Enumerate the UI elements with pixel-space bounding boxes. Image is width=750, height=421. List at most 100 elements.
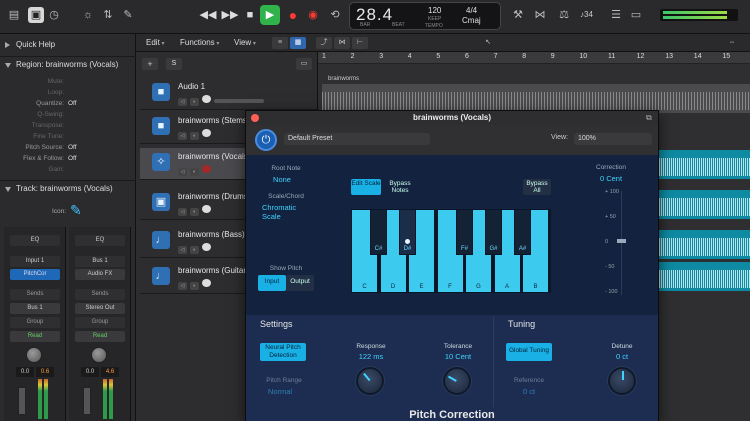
automation-mode[interactable]: Read — [75, 331, 125, 342]
eq-button[interactable]: EQ — [10, 235, 60, 246]
audio-region[interactable] — [659, 230, 750, 259]
mute-icon[interactable]: ◁ — [178, 246, 187, 254]
volume-fader[interactable] — [83, 387, 91, 415]
catch-icon[interactable]: ⊢ — [352, 37, 368, 49]
view-menu[interactable]: View — [230, 37, 260, 48]
detune-knob[interactable] — [608, 367, 636, 395]
mute-icon[interactable]: ◁ — [178, 132, 187, 140]
replace-record-icon[interactable]: ◉ — [303, 5, 323, 25]
black-key[interactable]: C# — [370, 209, 387, 255]
tuner-icon[interactable]: ⚒ — [510, 7, 526, 23]
record-enable-icon[interactable] — [202, 205, 211, 213]
preset-menu[interactable]: Default Preset — [284, 133, 430, 145]
output-pitch-button[interactable]: Output — [286, 275, 314, 291]
black-key[interactable]: F# — [456, 209, 473, 255]
automation-icon[interactable]: ⤴ — [316, 37, 332, 49]
rewind-icon[interactable]: ◀◀ — [198, 5, 218, 25]
audio-region[interactable] — [659, 190, 750, 219]
list-view-icon[interactable]: ≡ — [272, 37, 288, 49]
record-enable-icon[interactable] — [202, 279, 211, 287]
region-param-row[interactable]: Mute: — [0, 76, 136, 87]
pointer-tool-icon[interactable]: ↖ — [480, 37, 496, 49]
region-param-row[interactable]: Q-Swing: — [0, 109, 136, 120]
headphones-icon[interactable]: ◐ — [190, 168, 199, 176]
list-editors-icon[interactable]: ☰ — [608, 7, 624, 23]
headphones-icon[interactable]: ◐ — [190, 132, 199, 140]
headphones-icon[interactable]: ◐ — [190, 98, 199, 106]
headphones-icon[interactable]: ◐ — [190, 282, 199, 290]
black-key[interactable]: G# — [485, 209, 502, 255]
mute-icon[interactable]: ◁ — [178, 168, 187, 176]
region-param-row[interactable]: Quantize: Off — [0, 98, 136, 109]
edit-menu[interactable]: Edit — [142, 37, 168, 48]
group-slot[interactable]: Group — [75, 317, 125, 328]
output-slot[interactable]: Stereo Out — [75, 303, 125, 314]
bar-ruler[interactable]: 1 2 3 4 5 6 7 8 9 10 11 12 13 14 15 — [318, 52, 750, 64]
record-enable-icon[interactable] — [202, 95, 211, 103]
snap-icon[interactable]: ⇔ — [724, 37, 740, 49]
region-param-value[interactable]: Off — [68, 98, 77, 109]
root-note-value[interactable]: None — [258, 175, 306, 184]
mute-icon[interactable]: ◁ — [178, 282, 187, 290]
mute-icon[interactable]: ◁ — [178, 208, 187, 216]
output-slot[interactable]: Bus 1 — [10, 303, 60, 314]
bypass-notes-button[interactable]: Bypass Notes — [383, 179, 417, 195]
stop-icon[interactable]: ■ — [240, 5, 260, 25]
plugin-slot[interactable]: Audio FX — [75, 269, 125, 280]
flex-icon[interactable]: ⋈ — [334, 37, 350, 49]
input-slot[interactable]: Input 1 — [10, 256, 60, 267]
tolerance-knob[interactable] — [443, 367, 471, 395]
global-solo-button[interactable]: S — [166, 58, 182, 70]
response-knob[interactable] — [356, 367, 384, 395]
inspector-icon[interactable]: ▣ — [28, 7, 44, 23]
library-icon[interactable]: ▤ — [6, 7, 22, 23]
scale-chord-value[interactable]: Chromatic Scale — [262, 203, 302, 221]
expand-window-icon[interactable]: ⧉ — [646, 113, 652, 123]
record-enable-icon[interactable] — [202, 243, 211, 251]
neural-pitch-detection-button[interactable]: Neural Pitch Detection — [260, 343, 306, 361]
audio-region[interactable] — [322, 84, 750, 113]
region-param-row[interactable]: Loop: — [0, 87, 136, 98]
record-enable-icon[interactable] — [202, 165, 211, 173]
pitch-range-value[interactable]: Normal — [260, 387, 300, 396]
region-param-row[interactable]: Transpose: — [0, 120, 136, 131]
region-inspector-header[interactable]: Region: brainworms (Vocals) — [0, 56, 136, 72]
plugin-slot[interactable]: PitchCor — [10, 269, 60, 280]
tracks-view-icon[interactable]: ▦ — [290, 37, 306, 49]
region-param-row[interactable]: Fine Tune: — [0, 131, 136, 142]
record-icon[interactable]: ● — [283, 5, 303, 25]
count-in-display[interactable]: ♪34 — [580, 10, 593, 19]
view-zoom-menu[interactable]: 100% — [574, 133, 652, 145]
microphone-icon[interactable]: ✎ — [70, 202, 88, 220]
input-pitch-button[interactable]: Input — [258, 275, 286, 291]
cycle-icon[interactable]: ⟲ — [325, 5, 345, 25]
track-header[interactable]: ■ Audio 1 ◁ ◐ — [140, 78, 318, 110]
track-inspector-header[interactable]: Track: brainworms (Vocals) — [0, 180, 136, 196]
audio-region[interactable] — [659, 150, 750, 179]
audio-region[interactable] — [659, 262, 750, 291]
functions-menu[interactable]: Functions — [176, 37, 223, 48]
region-param-row[interactable]: Flex & Follow: Off — [0, 153, 136, 164]
black-key[interactable]: D# — [399, 209, 416, 255]
add-track-icon[interactable]: + — [142, 58, 158, 70]
black-key[interactable]: A# — [514, 209, 531, 255]
smart-controls-icon[interactable]: ☼ — [80, 7, 96, 23]
track-volume-slider[interactable] — [214, 99, 264, 103]
automation-mode[interactable]: Read — [10, 331, 60, 342]
group-slot[interactable]: Group — [10, 317, 60, 328]
bypass-all-button[interactable]: Bypass All — [523, 179, 551, 195]
lcd-display[interactable]: 28.4 BAR BEAT 120 KEEP TEMPO 4/4 Cmaj — [349, 2, 501, 30]
editors-icon[interactable]: ✎ — [120, 7, 136, 23]
pan-knob[interactable] — [26, 347, 42, 363]
power-icon[interactable]: ⏻ — [255, 129, 277, 151]
headphones-icon[interactable]: ◐ — [190, 208, 199, 216]
mixer-icon[interactable]: ⇅ — [100, 7, 116, 23]
input-slot[interactable]: Bus 1 — [75, 256, 125, 267]
play-icon[interactable]: ▶ — [260, 5, 280, 25]
notepad-icon[interactable]: ▭ — [628, 7, 644, 23]
track-folder-icon[interactable]: ▭ — [296, 58, 312, 70]
region-param-value[interactable]: Off — [68, 153, 77, 164]
quick-help-icon[interactable]: ◷ — [46, 7, 62, 23]
region-param-row[interactable]: Pitch Source: Off — [0, 142, 136, 153]
region-param-value[interactable]: Off — [68, 142, 77, 153]
